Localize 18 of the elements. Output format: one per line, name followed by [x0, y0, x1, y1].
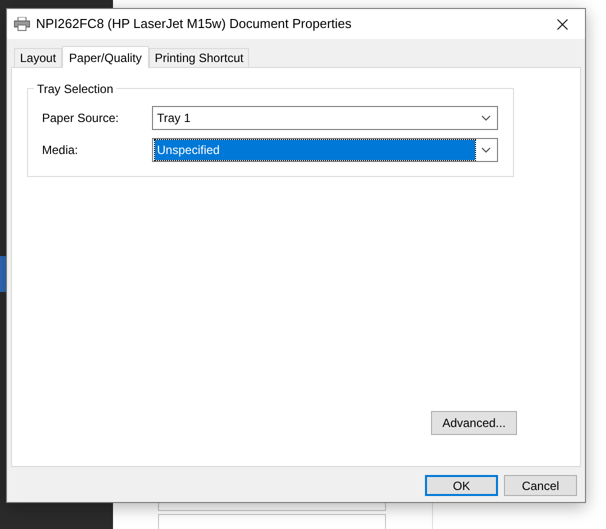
sidebar-highlight: [0, 256, 6, 292]
tab[interactable]: Layout: [14, 48, 62, 67]
field-label: Paper Source:: [42, 110, 120, 127]
dropdown[interactable]: Unspecified: [152, 138, 498, 162]
dialog-button[interactable]: Cancel: [504, 475, 577, 496]
printer-icon: [14, 17, 30, 31]
dialog-button[interactable]: OK: [425, 475, 498, 496]
advanced-button[interactable]: Advanced...: [431, 411, 517, 435]
tab[interactable]: Printing Shortcut: [148, 48, 250, 67]
dropdown[interactable]: Tray 1: [152, 106, 498, 130]
chevron-down-icon: [481, 147, 491, 153]
chevron-down-icon: [481, 115, 491, 121]
close-icon: [556, 18, 568, 30]
field-label: Media:: [42, 142, 80, 159]
tab[interactable]: Paper/Quality: [62, 46, 149, 68]
window-title: NPI262FC8 (HP LaserJet M15w) Document Properties: [36, 15, 352, 34]
dropdown-value: Tray 1: [156, 110, 192, 127]
dropdown-value: Unspecified: [155, 140, 475, 160]
